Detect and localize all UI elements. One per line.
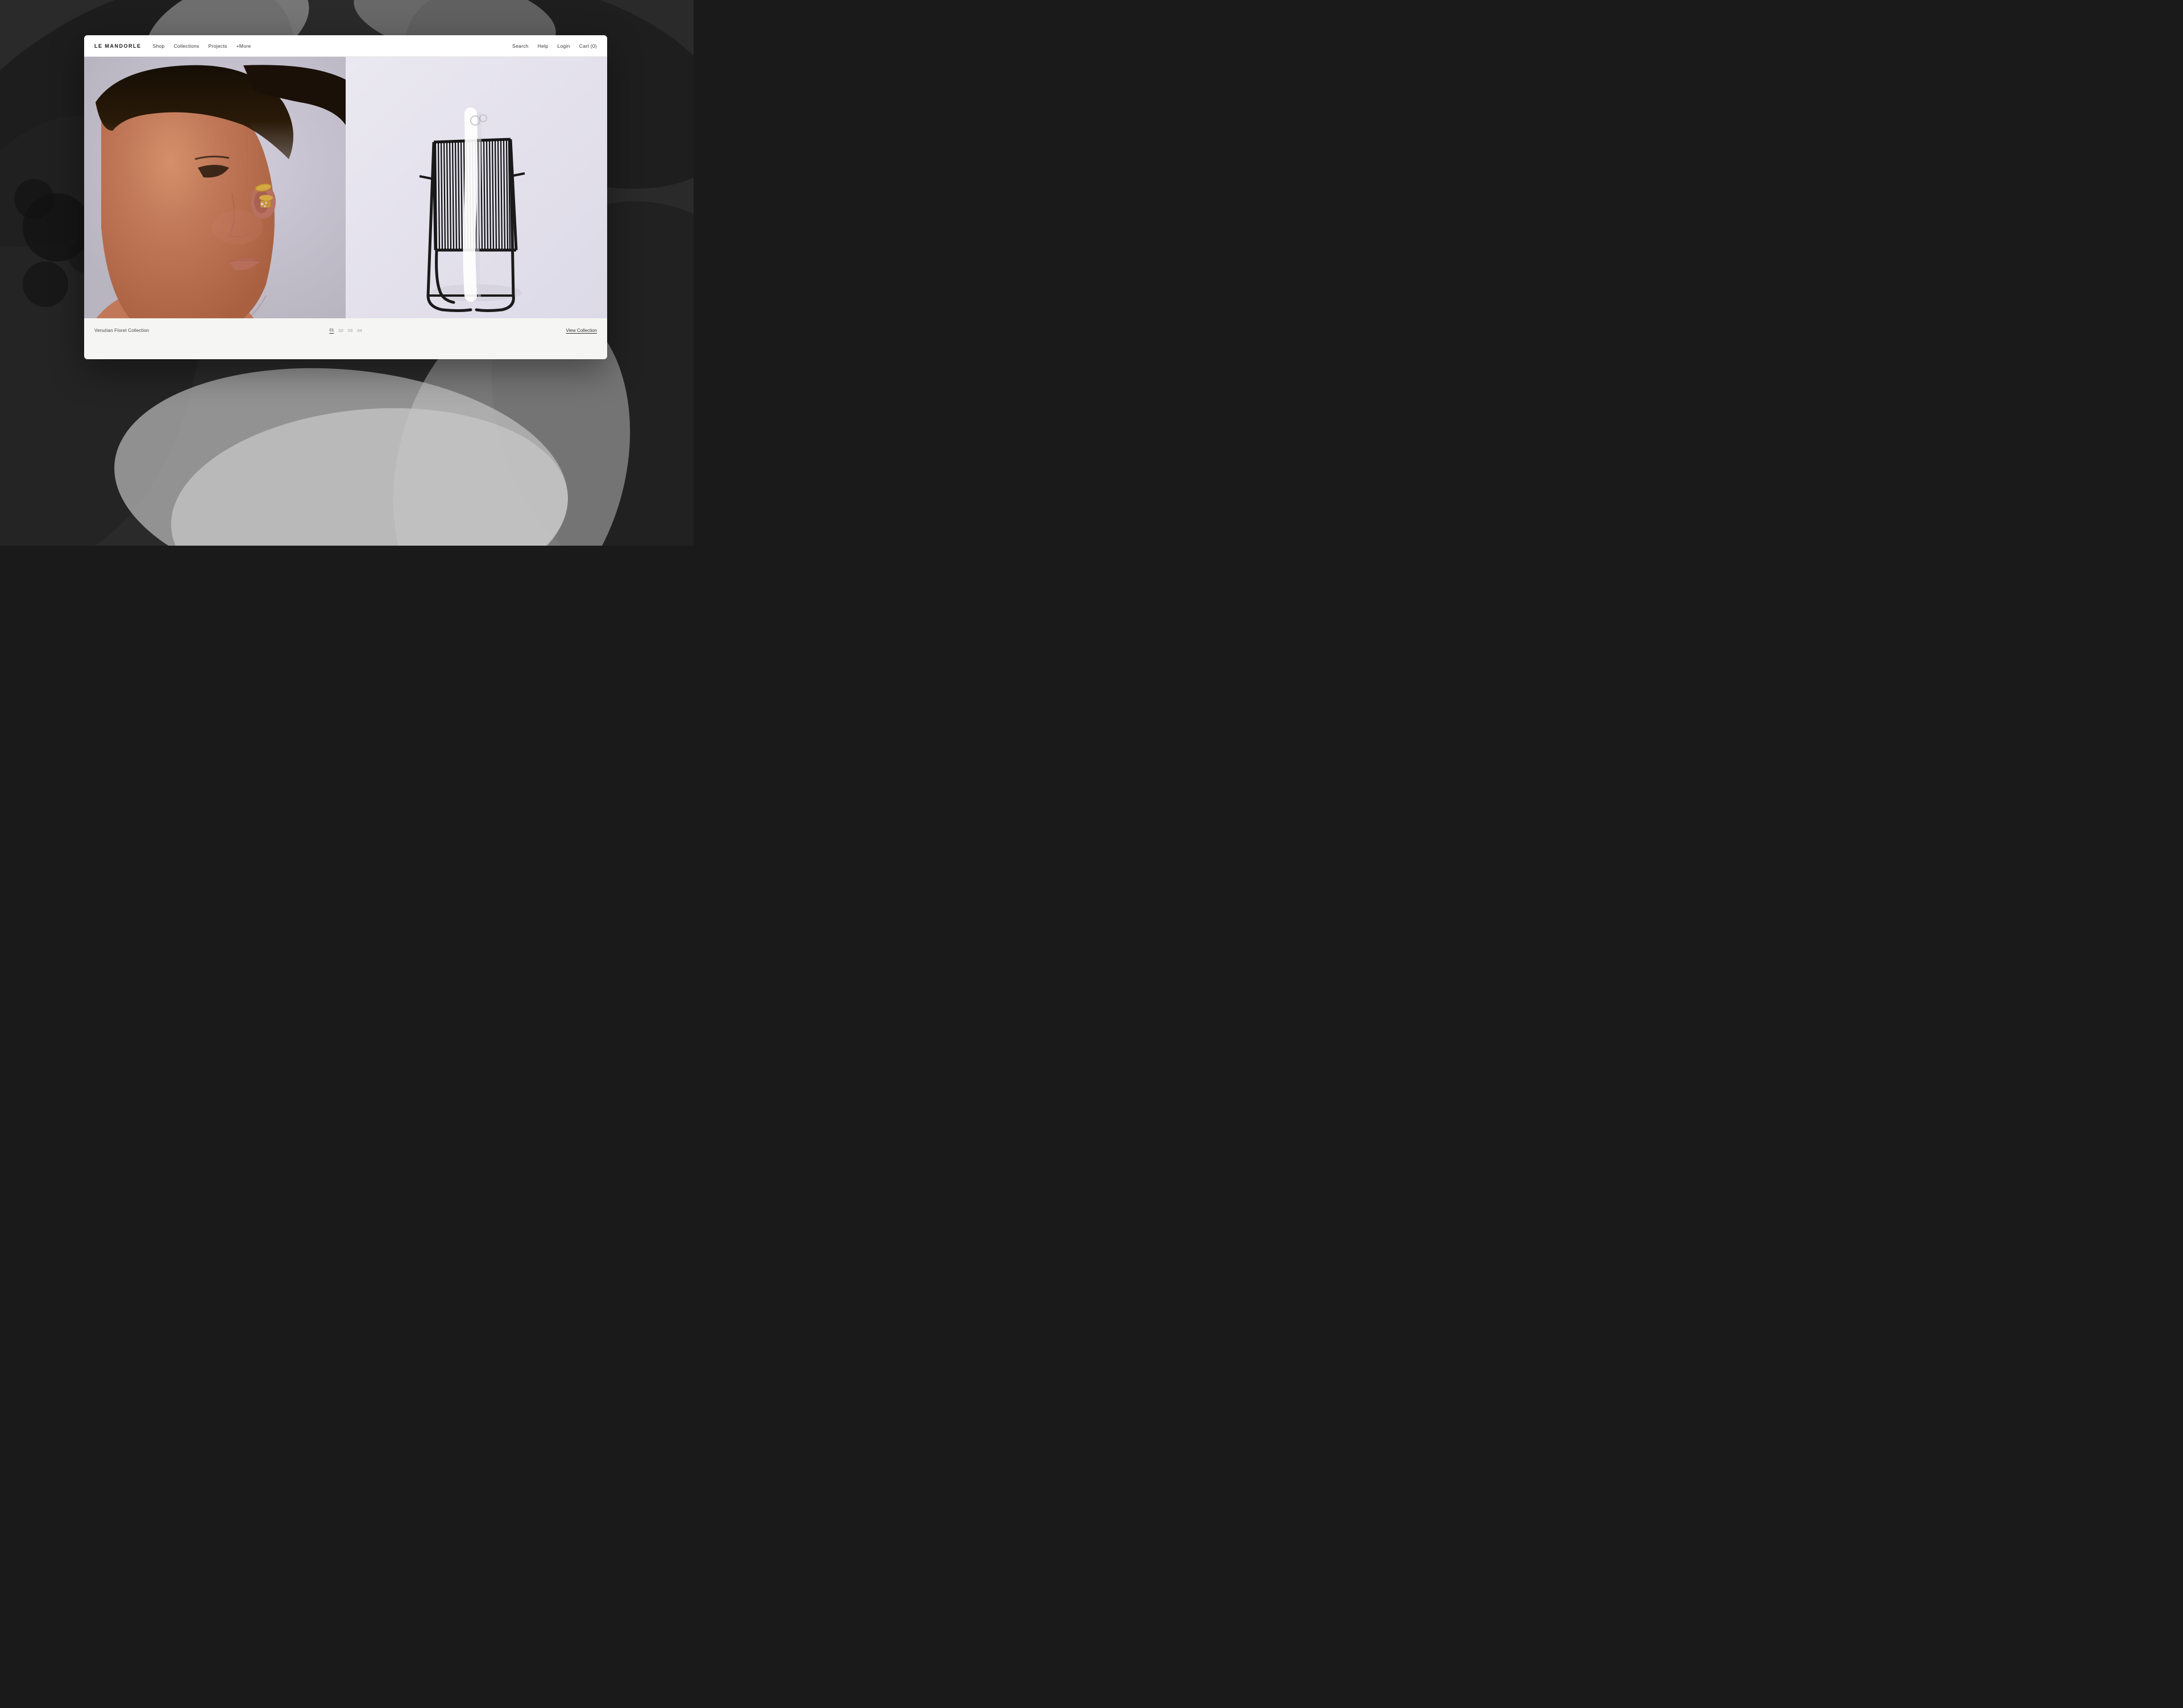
shop-link[interactable]: Shop	[153, 43, 165, 49]
slide-indicator-2[interactable]: 02	[339, 328, 343, 333]
hero-image-left	[84, 57, 346, 318]
footer-space	[84, 342, 607, 359]
navbar-left: LE MANDORLE Shop Collections Projects +M…	[94, 43, 251, 49]
nav-links-left: Shop Collections Projects +More	[153, 43, 251, 49]
navbar: LE MANDORLE Shop Collections Projects +M…	[84, 35, 607, 57]
navbar-right: Search Help Login Cart (0)	[512, 43, 597, 49]
more-link[interactable]: +More	[236, 43, 251, 49]
login-link[interactable]: Login	[557, 43, 570, 49]
brand-logo: LE MANDORLE	[94, 43, 142, 49]
search-link[interactable]: Search	[512, 43, 529, 49]
slide-indicators: 01 02 03 04	[329, 327, 362, 334]
slide-indicator-4[interactable]: 04	[357, 328, 362, 333]
help-link[interactable]: Help	[538, 43, 549, 49]
collections-link[interactable]: Collections	[174, 43, 200, 49]
bottom-bar: Venutian Floret Collection 01 02 03 04 V…	[84, 318, 607, 342]
slide-indicator-1[interactable]: 01	[329, 327, 334, 334]
cart-link[interactable]: Cart (0)	[579, 43, 597, 49]
collection-title: Venutian Floret Collection	[94, 328, 149, 333]
hero-image-right	[346, 57, 607, 318]
slide-indicator-3[interactable]: 03	[348, 328, 352, 333]
hero-section	[84, 57, 607, 318]
site-card: LE MANDORLE Shop Collections Projects +M…	[84, 35, 607, 359]
projects-link[interactable]: Projects	[208, 43, 227, 49]
view-collection-link[interactable]: View Collection	[566, 328, 597, 333]
